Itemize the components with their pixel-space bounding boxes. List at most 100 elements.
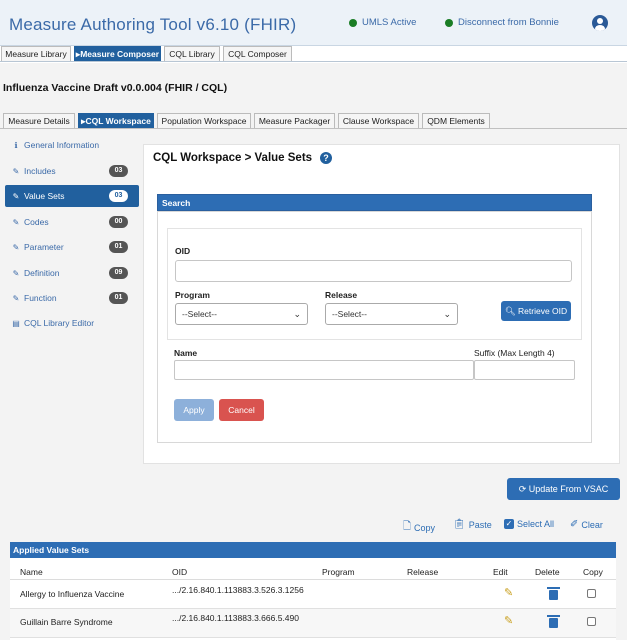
count-badge: 00 — [109, 216, 128, 228]
column-header-copy: Copy — [583, 567, 603, 577]
refresh-icon: ⟳ — [518, 484, 527, 494]
info-icon: ℹ — [14, 140, 18, 150]
trash-icon[interactable] — [547, 587, 560, 600]
tab-measure-composer[interactable]: ▸Measure Composer — [74, 46, 161, 61]
tab-cql-composer[interactable]: CQL Composer — [223, 46, 292, 61]
program-select-value: --Select-- — [182, 309, 217, 319]
copy-action[interactable]: 🗋︎ Copy — [403, 519, 435, 536]
count-badge: 03 — [109, 190, 128, 202]
column-header-program: Program — [322, 567, 355, 577]
release-select[interactable]: --Select-- ⌄ — [325, 303, 458, 325]
sidebar-item-label: Includes — [24, 166, 56, 176]
sub-tabs: Measure Details ▸CQL Workspace Populatio… — [0, 113, 627, 129]
clear-action[interactable]: ✐ Clear — [570, 519, 603, 530]
sidebar-item-codes[interactable]: ✎ Codes 00 — [5, 211, 139, 233]
paste-icon: 📋︎ — [453, 519, 466, 530]
checkbox-checked-icon: ✓ — [504, 519, 514, 529]
eraser-icon: ✐ — [570, 519, 579, 530]
user-avatar-icon[interactable] — [592, 15, 608, 31]
pencil-icon: ✎ — [12, 268, 20, 278]
count-badge: 03 — [109, 165, 128, 177]
program-label: Program — [175, 290, 210, 300]
paste-action[interactable]: 📋︎ Paste — [453, 519, 492, 530]
column-header-name: Name — [20, 567, 43, 577]
tab-clause-workspace[interactable]: Clause Workspace — [338, 113, 419, 128]
pencil-icon: ✎ — [12, 191, 20, 201]
sidebar-item-parameter[interactable]: ✎ Parameter 01 — [5, 236, 139, 258]
chevron-down-icon: ⌄ — [443, 309, 451, 319]
oid-label: OID — [175, 246, 191, 256]
sidebar-item-function[interactable]: ✎ Function 01 — [5, 287, 139, 309]
sidebar-item-label: Function — [24, 293, 57, 303]
umls-status: UMLS Active — [349, 17, 416, 28]
sidebar-item-label: Parameter — [24, 242, 64, 252]
column-header-delete: Delete — [535, 567, 560, 577]
tab-measure-packager[interactable]: Measure Packager — [254, 113, 335, 128]
sidebar-item-label: Value Sets — [24, 191, 65, 201]
pencil-icon: ✎ — [12, 217, 20, 227]
main-tabs: Measure Library ▸Measure Composer CQL Li… — [0, 46, 627, 62]
sidebar-item-definition[interactable]: ✎ Definition 09 — [5, 262, 139, 284]
value-set-name: Allergy to Influenza Vaccine — [20, 589, 125, 599]
column-header-oid: OID — [172, 567, 188, 577]
apply-button[interactable]: Apply — [174, 399, 214, 421]
release-select-value: --Select-- — [332, 309, 367, 319]
column-header-release: Release — [407, 567, 439, 577]
chevron-down-icon: ⌄ — [293, 309, 301, 319]
copy-checkbox[interactable] — [587, 589, 596, 598]
tab-qdm-elements[interactable]: QDM Elements — [422, 113, 490, 128]
copy-checkbox[interactable] — [587, 617, 596, 626]
program-select[interactable]: --Select-- ⌄ — [175, 303, 308, 325]
sidebar-item-value-sets[interactable]: ✎ Value Sets 03 — [5, 185, 139, 207]
sidebar-item-label: Definition — [24, 268, 60, 278]
tab-measure-details[interactable]: Measure Details — [3, 113, 75, 128]
sidebar-item-label: CQL Library Editor — [24, 318, 95, 328]
release-label: Release — [325, 290, 358, 300]
app-title: Measure Authoring Tool v6.10 (FHIR) — [9, 15, 297, 34]
pencil-icon[interactable]: ✎ — [504, 586, 513, 599]
pencil-icon: ✎ — [12, 166, 20, 176]
page-title: CQL Workspace > Value Sets — [153, 152, 313, 164]
measure-title: Influenza Vaccine Draft v0.0.004 (FHIR /… — [3, 82, 228, 94]
bonnie-status-label[interactable]: Disconnect from Bonnie — [458, 17, 559, 28]
search-icon: 🔍︎ — [504, 306, 516, 316]
cancel-button[interactable]: Cancel — [219, 399, 264, 421]
tab-measure-library[interactable]: Measure Library — [1, 46, 71, 61]
pencil-icon: ✎ — [12, 242, 20, 252]
bonnie-status[interactable]: Disconnect from Bonnie — [445, 17, 559, 28]
book-icon: ▤ — [12, 318, 20, 328]
oid-input[interactable] — [175, 260, 572, 282]
column-header-edit: Edit — [493, 567, 508, 577]
suffix-label: Suffix (Max Length 4) — [474, 348, 555, 358]
suffix-input[interactable] — [474, 360, 575, 380]
sidebar-item-includes[interactable]: ✎ Includes 03 — [5, 160, 139, 182]
value-set-oid: .../2.16.840.1.113883.3.526.3.1256 — [172, 585, 304, 595]
copy-icon: 🗋︎ — [403, 521, 412, 532]
tab-cql-workspace[interactable]: ▸CQL Workspace — [78, 113, 154, 128]
status-dot-icon — [349, 18, 357, 27]
trash-icon[interactable] — [547, 615, 560, 628]
umls-status-label: UMLS Active — [362, 17, 417, 28]
sidebar-item-label: Codes — [24, 217, 49, 227]
sidebar-item-label: General Information — [24, 140, 100, 150]
pencil-icon[interactable]: ✎ — [504, 614, 513, 627]
value-set-name: Guillain Barre Syndrome — [20, 617, 113, 627]
tab-cql-library[interactable]: CQL Library — [164, 46, 220, 61]
sidebar-item-cql-library-editor[interactable]: ▤ CQL Library Editor — [5, 312, 139, 334]
pencil-icon: ✎ — [12, 293, 20, 303]
select-all-action[interactable]: ✓ Select All — [504, 519, 554, 529]
help-icon[interactable]: ? — [320, 152, 332, 164]
value-set-oid: .../2.16.840.1.113883.3.666.5.490 — [172, 613, 299, 623]
retrieve-oid-button[interactable]: 🔍︎ Retrieve OID — [501, 301, 571, 321]
name-label: Name — [174, 348, 198, 358]
search-panel-header: Search — [157, 194, 592, 211]
count-badge: 01 — [109, 292, 128, 304]
status-dot-icon — [445, 18, 453, 27]
applied-value-sets-header: Applied Value Sets — [10, 542, 616, 558]
name-input[interactable] — [174, 360, 474, 380]
sidebar-item-general-information[interactable]: ℹ General Information — [5, 134, 139, 156]
update-from-vsac-button[interactable]: ⟳ Update From VSAC — [507, 478, 620, 500]
app-header: Measure Authoring Tool v6.10 (FHIR) UMLS… — [0, 0, 627, 46]
tab-population-workspace[interactable]: Population Workspace — [157, 113, 251, 128]
count-badge: 01 — [109, 241, 128, 253]
